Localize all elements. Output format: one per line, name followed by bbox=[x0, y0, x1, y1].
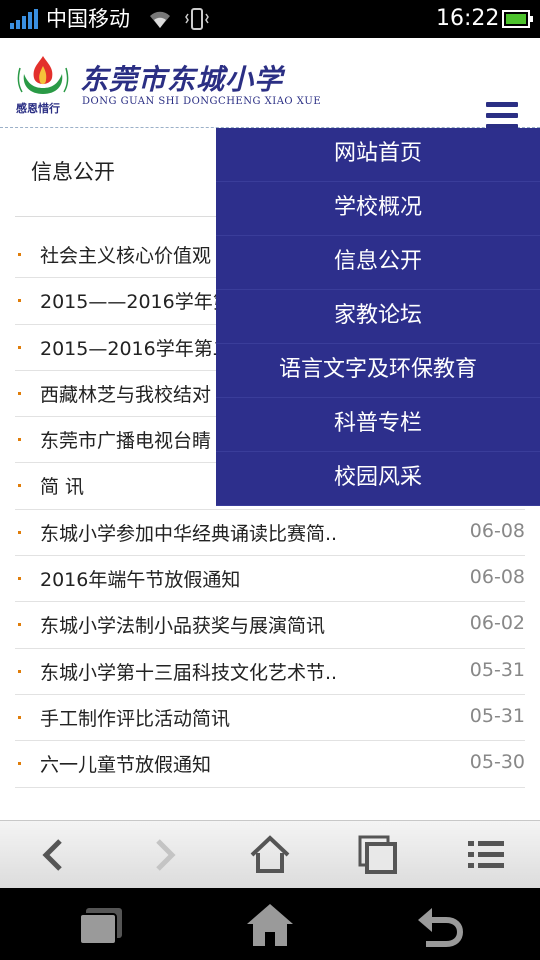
nav-item-language-environment-education[interactable]: 语言文字及环保教育 bbox=[216, 344, 540, 398]
bullet-icon bbox=[18, 623, 21, 627]
bullet-icon bbox=[18, 530, 21, 534]
news-title[interactable]: 六一儿童节放假通知 bbox=[40, 750, 211, 777]
news-item[interactable]: 手工制作评比活动简讯 05-31 bbox=[15, 695, 525, 742]
news-date: 06-08 bbox=[469, 519, 525, 542]
news-date: 05-31 bbox=[469, 658, 525, 681]
news-title[interactable]: 2016年端午节放假通知 bbox=[40, 565, 240, 592]
news-title[interactable]: 东城小学第十三届科技文化艺术节.. bbox=[40, 658, 337, 685]
bullet-icon bbox=[18, 484, 21, 488]
vibrate-icon bbox=[185, 8, 209, 30]
menu-list-icon bbox=[468, 841, 504, 868]
site-header: 感恩惜行 东莞市东城小学 DONG GUAN SHI DONGCHENG XIA… bbox=[0, 38, 540, 130]
school-name-english: DONG GUAN SHI DONGCHENG XIAO XUE bbox=[82, 96, 322, 107]
home-icon bbox=[247, 904, 293, 946]
news-item[interactable]: 东城小学法制小品获奖与展演简讯 06-02 bbox=[15, 602, 525, 649]
forward-button[interactable] bbox=[142, 833, 186, 877]
forward-icon bbox=[156, 839, 176, 871]
system-home-button[interactable] bbox=[245, 902, 295, 948]
recent-apps-button[interactable] bbox=[76, 902, 126, 948]
news-date: 06-08 bbox=[469, 566, 525, 589]
hamburger-icon[interactable] bbox=[486, 102, 518, 130]
news-title[interactable]: 东城小学法制小品获奖与展演简讯 bbox=[40, 611, 325, 638]
nav-item-science-column[interactable]: 科普专栏 bbox=[216, 398, 540, 452]
menu-bar bbox=[486, 113, 518, 118]
windows-button[interactable] bbox=[356, 833, 400, 877]
status-clock: 16:22 bbox=[436, 6, 500, 31]
news-item[interactable]: 六一儿童节放假通知 05-30 bbox=[15, 741, 525, 788]
dropdown-nav-menu: 网站首页 学校概况 信息公开 家教论坛 语言文字及环保教育 科普专栏 校园风采 bbox=[216, 128, 540, 506]
nav-item-campus-style[interactable]: 校园风采 bbox=[216, 452, 540, 506]
news-title[interactable]: 东莞市广播电视台睛 bbox=[40, 426, 211, 453]
windows-icon bbox=[358, 835, 397, 874]
bullet-icon bbox=[18, 669, 21, 673]
news-item[interactable]: 东城小学参加中华经典诵读比赛简.. 06-08 bbox=[15, 510, 525, 557]
nav-item-information-disclosure[interactable]: 信息公开 bbox=[216, 236, 540, 290]
news-title[interactable]: 西藏林芝与我校结对 bbox=[40, 380, 211, 407]
system-nav-bar bbox=[0, 888, 540, 960]
signal-icon bbox=[10, 9, 38, 29]
news-item[interactable]: 东城小学第十三届科技文化艺术节.. 05-31 bbox=[15, 649, 525, 695]
news-date: 05-31 bbox=[469, 704, 525, 727]
news-title[interactable]: 2015——2016学年第 bbox=[40, 287, 232, 314]
news-date: 05-30 bbox=[469, 751, 525, 774]
bullet-icon bbox=[18, 438, 21, 442]
back-icon bbox=[418, 908, 464, 947]
news-title[interactable]: 手工制作评比活动简讯 bbox=[40, 704, 230, 731]
bullet-icon bbox=[18, 345, 21, 349]
carrier-name: 中国移动 bbox=[46, 7, 130, 31]
nav-item-parenting-forum[interactable]: 家教论坛 bbox=[216, 290, 540, 344]
bullet-icon bbox=[18, 299, 21, 303]
browser-toolbar bbox=[0, 820, 540, 888]
bullet-icon bbox=[18, 253, 21, 256]
school-name[interactable]: 东莞市东城小学 bbox=[80, 58, 283, 98]
nav-item-home[interactable]: 网站首页 bbox=[216, 128, 540, 182]
menu-bar bbox=[486, 102, 518, 107]
bullet-icon bbox=[18, 391, 21, 395]
news-item[interactable]: 2016年端午节放假通知 06-08 bbox=[15, 556, 525, 603]
battery-icon bbox=[502, 10, 533, 28]
nav-item-school-overview[interactable]: 学校概况 bbox=[216, 182, 540, 236]
back-button[interactable] bbox=[32, 833, 76, 877]
school-motto: 感恩惜行 bbox=[16, 102, 60, 115]
status-bar: 中国移动 16:22 bbox=[0, 0, 540, 38]
browser-home-button[interactable] bbox=[248, 833, 292, 877]
section-title: 信息公开 bbox=[31, 160, 115, 184]
news-title[interactable]: 东城小学参加中华经典诵读比赛简.. bbox=[40, 519, 337, 546]
news-title[interactable]: 2015—2016学年第二 bbox=[40, 334, 232, 361]
news-title[interactable]: 简 讯 bbox=[40, 472, 84, 499]
recent-apps-icon bbox=[79, 908, 122, 945]
system-back-button[interactable] bbox=[414, 902, 464, 948]
back-icon bbox=[42, 839, 62, 871]
menu-list-button[interactable] bbox=[464, 833, 508, 877]
news-title[interactable]: 社会主义核心价值观 bbox=[40, 241, 211, 268]
bullet-icon bbox=[18, 762, 21, 766]
bullet-icon bbox=[18, 577, 21, 581]
home-icon bbox=[250, 835, 290, 873]
wifi-icon bbox=[150, 11, 170, 28]
bullet-icon bbox=[18, 715, 21, 719]
news-date: 06-02 bbox=[469, 612, 525, 635]
